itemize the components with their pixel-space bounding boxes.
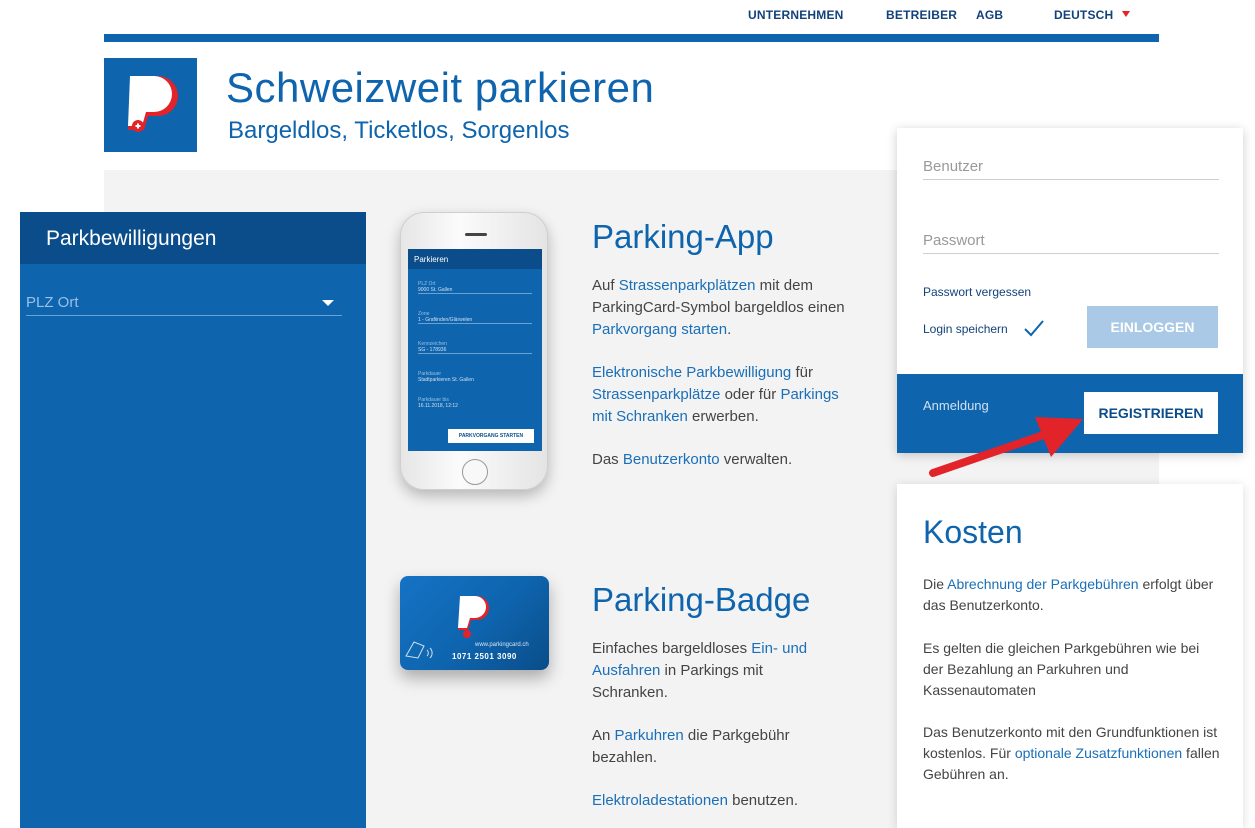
- sidebar-title: Parkbewilligungen: [46, 227, 217, 250]
- plz-ort-placeholder: PLZ Ort: [26, 294, 79, 311]
- header-divider-bar: [104, 34, 1159, 42]
- kosten-paragraph-2: Es gelten die gleichen Parkgebühren wie …: [923, 640, 1200, 698]
- phone-mockup: Parkieren PLZ Ort 9000 St. Gallen Zone 1 -…: [400, 212, 548, 490]
- phone-home-button: [462, 459, 488, 485]
- phone-row: Parkdauer Stadtparkieren St. Gallen: [418, 371, 474, 383]
- phone-row: Kennzeichen SG - 178936: [418, 341, 532, 354]
- login-button[interactable]: EINLOGGEN: [1087, 306, 1218, 348]
- link-elektroladestationen[interactable]: Elektroladestationen: [592, 792, 728, 809]
- phone-screen: Parkieren PLZ Ort 9000 St. Gallen Zone 1 -…: [408, 249, 542, 451]
- phone-start-button: PARKVORGANG STARTEN: [448, 429, 534, 443]
- plz-ort-select[interactable]: PLZ Ort: [26, 292, 342, 316]
- kosten-paragraph-1: Die Abrechnung der Parkgebühren erfolgt …: [923, 576, 1214, 613]
- parking-badge-paragraph-2: An Parkuhren die Parkgebühr bezahlen.: [592, 727, 790, 766]
- kosten-title: Kosten: [923, 514, 1023, 550]
- link-strassenparkplaetze[interactable]: Strassenparkplätze: [592, 386, 720, 403]
- kosten-paragraph-3: Das Benutzerkonto mit den Grundfunktione…: [923, 724, 1220, 782]
- link-elektronische-parkbewilligung[interactable]: Elektronische Parkbewilligung: [592, 364, 791, 381]
- nav-betreiber[interactable]: BETREIBER: [886, 8, 957, 22]
- language-selector[interactable]: DEUTSCH: [1054, 8, 1130, 22]
- parking-badge-title: Parking-Badge: [592, 581, 811, 618]
- caret-down-icon: [1121, 11, 1130, 17]
- kosten-panel: Kosten Die Abrechnung der Parkgebühren e…: [897, 484, 1243, 828]
- page-title: Schweizweit parkieren: [226, 64, 655, 111]
- link-parkuhren[interactable]: Parkuhren: [615, 727, 684, 744]
- parking-app-paragraph-2: Elektronische Parkbewilligung für Strass…: [592, 364, 839, 425]
- language-label: DEUTSCH: [1054, 8, 1114, 22]
- username-field[interactable]: Benutzer: [923, 154, 1219, 180]
- password-field[interactable]: Passwort: [923, 228, 1219, 254]
- register-button[interactable]: REGISTRIEREN: [1084, 392, 1218, 434]
- phone-row: Zone 1 - Grafiinden/Glärwelen: [418, 311, 532, 324]
- top-navigation: UNTERNEHMEN BETREIBER AGB DEUTSCH: [0, 8, 1255, 28]
- nav-agb[interactable]: AGB: [976, 8, 1003, 22]
- parking-badge-paragraph-1: Einfaches bargeldloses Ein- und Ausfahre…: [592, 640, 808, 701]
- chevron-down-icon: [322, 300, 334, 306]
- page-subtitle: Bargeldlos, Ticketlos, Sorgenlos: [228, 117, 570, 144]
- sidebar-header: Parkbewilligungen: [20, 212, 366, 264]
- parking-app-paragraph-3: Das Benutzerkonto verwalten.: [592, 451, 793, 468]
- link-optionale-zusatzfunktionen[interactable]: optionale Zusatzfunktionen: [1015, 745, 1182, 761]
- link-strassenparkplaetzen[interactable]: Strassenparkplätzen: [619, 277, 756, 294]
- link-benutzerkonto[interactable]: Benutzerkonto: [623, 451, 720, 468]
- parking-app-paragraph-1: Auf Strassenparkplätzen mit dem ParkingC…: [592, 277, 845, 338]
- parking-badge-paragraph-3: Elektroladestationen benutzen.: [592, 792, 798, 809]
- parkingcard-logo-icon[interactable]: [104, 58, 197, 152]
- link-parkvorgang-starten[interactable]: Parkvorgang starten: [592, 321, 727, 338]
- badge-number: 1071 2501 3090: [452, 652, 517, 661]
- checkmark-icon[interactable]: [1023, 319, 1045, 337]
- parking-badge-card: www.parkingcard.ch 1071 2501 3090: [400, 576, 549, 670]
- parking-app-title: Parking-App: [592, 218, 774, 255]
- phone-speaker: [465, 233, 487, 236]
- phone-row: PLZ Ort 9000 St. Gallen: [418, 281, 532, 294]
- red-arrow-icon: [929, 417, 1083, 477]
- link-abrechnung-parkgebuehren[interactable]: Abrechnung der Parkgebühren: [947, 576, 1138, 592]
- badge-url: www.parkingcard.ch: [475, 642, 529, 648]
- remember-login-label[interactable]: Login speichern: [923, 322, 1008, 336]
- phone-row: Parkdauer bis 16.11.2018, 12:12: [418, 397, 458, 409]
- phone-screen-title: Parkieren: [408, 249, 542, 269]
- forgot-password-link[interactable]: Passwort vergessen: [923, 285, 1031, 299]
- nav-unternehmen[interactable]: UNTERNEHMEN: [748, 8, 844, 22]
